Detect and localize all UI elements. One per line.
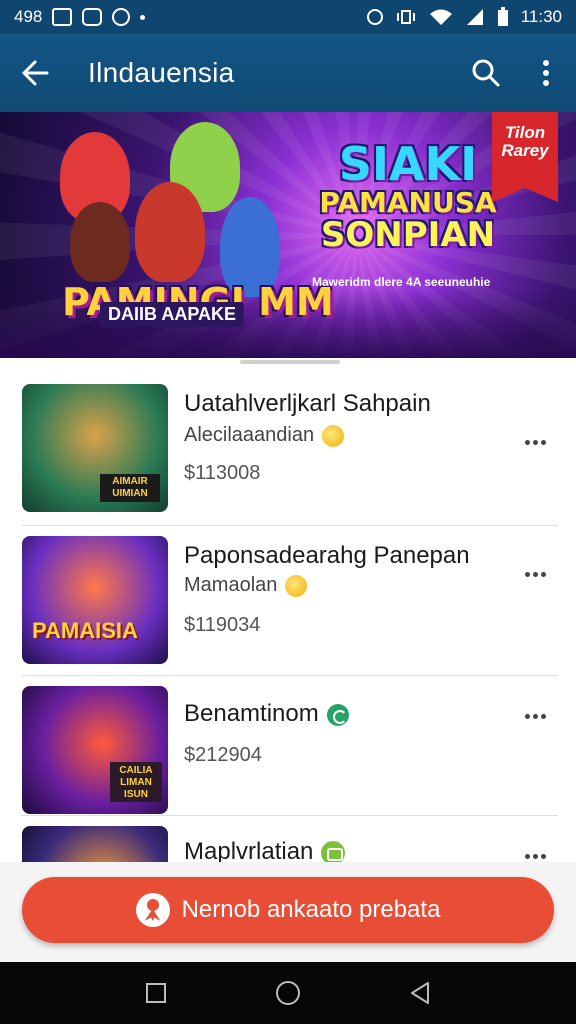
game-icon xyxy=(82,8,103,26)
sync-icon xyxy=(112,8,131,26)
status-time: 11:30 xyxy=(520,7,562,26)
more-vertical-icon xyxy=(543,60,549,86)
item-more-button[interactable] xyxy=(518,430,552,454)
alarm-icon xyxy=(366,9,383,25)
list-item[interactable]: AIMAIR UIMIAN Uatahlverljkarl Sahpain Al… xyxy=(22,372,558,526)
item-more-button[interactable] xyxy=(518,704,552,728)
coin-icon xyxy=(322,424,345,447)
thumbnail-label: PAMAISIA xyxy=(32,618,138,643)
person-icon xyxy=(135,893,170,927)
action-area: Nernob ankaato prebata xyxy=(0,862,576,962)
primary-action-label: Nernob ankaato prebata xyxy=(181,896,441,923)
chat-icon xyxy=(321,840,346,862)
page-title: Ilndauensia xyxy=(88,57,235,88)
item-title: Maplvrlatian xyxy=(184,838,346,862)
battery-icon xyxy=(497,7,508,26)
game-thumbnail xyxy=(22,826,168,862)
wifi-icon xyxy=(429,9,452,25)
status-left-text: 498 xyxy=(14,7,43,26)
headline-line-1: SIAKI xyxy=(338,137,478,191)
vibrate-icon xyxy=(396,10,415,24)
item-more-button[interactable] xyxy=(518,844,552,862)
coin-icon xyxy=(285,574,308,597)
signal-icon xyxy=(466,9,483,25)
game-list: AIMAIR UIMIAN Uatahlverljkarl Sahpain Al… xyxy=(0,358,576,862)
drag-handle[interactable] xyxy=(240,360,340,364)
primary-action-button[interactable]: Nernob ankaato prebata xyxy=(22,877,554,943)
item-price: $113008 xyxy=(184,462,261,484)
back-button[interactable] xyxy=(0,34,70,112)
search-button[interactable] xyxy=(456,34,516,112)
image-icon xyxy=(52,8,73,26)
status-bar: 498 11:30 xyxy=(0,0,576,34)
item-price: $119034 xyxy=(184,614,261,636)
home-button[interactable] xyxy=(266,971,310,1015)
thumbnail-label: AIMAIR UIMIAN xyxy=(100,474,160,502)
banner-left-subtitle: DAIIB AAPAKE xyxy=(100,302,245,327)
list-item[interactable]: CAILIA LIMAN ISUN Benamtinom $212904 xyxy=(22,676,558,816)
character-illustration xyxy=(135,182,205,282)
recents-button[interactable] xyxy=(134,971,178,1015)
list-item[interactable]: PAMAISIA Paponsadearahg Panepan Mamaolan… xyxy=(22,526,558,676)
game-thumbnail: AIMAIR UIMIAN xyxy=(22,384,168,512)
banner-subline: Maweridm dlere 4A seeuneuhie xyxy=(312,275,491,289)
headline-line-3: SONPIAN xyxy=(320,214,496,255)
thumbnail-label: CAILIA LIMAN ISUN xyxy=(110,762,162,802)
game-thumbnail: PAMAISIA xyxy=(22,536,168,664)
banner-headline: SIAKI PAMANUSA SONPIAN xyxy=(308,140,508,253)
recents-square-icon xyxy=(146,983,166,1003)
character-illustration xyxy=(70,202,130,282)
verified-icon xyxy=(326,703,349,726)
overflow-menu-button[interactable] xyxy=(516,34,576,112)
search-icon xyxy=(472,59,500,87)
item-price: $212904 xyxy=(184,744,262,766)
app-bar: Ilndauensia xyxy=(0,34,576,112)
list-item[interactable]: Maplvrlatian xyxy=(22,816,558,862)
item-title: Benamtinom xyxy=(184,700,349,728)
dot-icon xyxy=(140,14,146,20)
system-back-button[interactable] xyxy=(398,971,442,1015)
home-circle-icon xyxy=(276,981,300,1005)
banner-ribbon: Tilon Rarey xyxy=(492,112,558,202)
system-nav-bar xyxy=(0,962,576,1024)
back-arrow-icon xyxy=(22,60,49,86)
item-title: Paponsadearahg Panepan xyxy=(184,542,470,569)
item-subtitle: Alecilaaandian xyxy=(184,424,345,447)
back-triangle-icon xyxy=(411,982,429,1004)
game-thumbnail: CAILIA LIMAN ISUN xyxy=(22,686,168,814)
item-title: Uatahlverljkarl Sahpain xyxy=(184,390,431,417)
item-more-button[interactable] xyxy=(518,562,552,586)
item-subtitle: Mamaolan xyxy=(184,574,308,597)
headline-line-2: PAMANUSA xyxy=(319,186,497,220)
